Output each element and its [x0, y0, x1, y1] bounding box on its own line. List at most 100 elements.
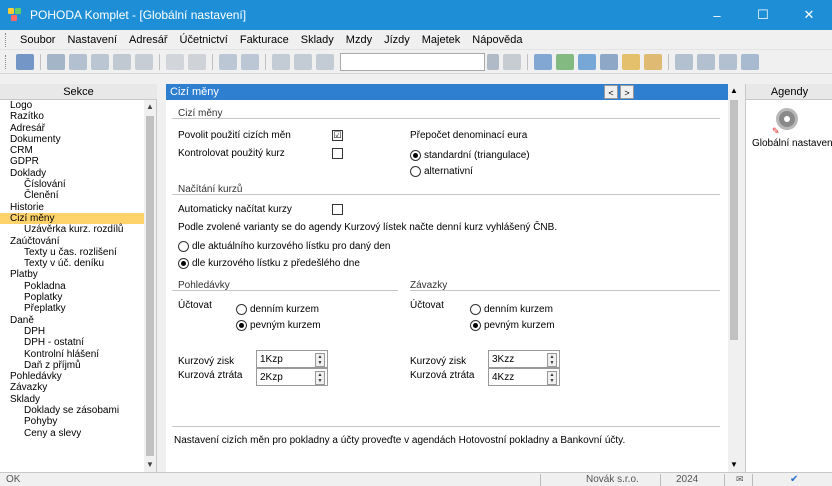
- delete-icon[interactable]: [294, 53, 312, 70]
- pohledavky-zisk-field[interactable]: 1Kzp ▲ ▼: [256, 350, 328, 368]
- help-icon[interactable]: [741, 53, 759, 70]
- global-settings-link[interactable]: Globální nastavení: [752, 138, 832, 149]
- sidebar-item[interactable]: CRM: [0, 145, 145, 156]
- menu-mzdy[interactable]: Mzdy: [340, 34, 378, 46]
- sidebar-item[interactable]: Logo: [0, 100, 145, 111]
- print-icon[interactable]: [69, 53, 87, 70]
- main-scrollbar[interactable]: ▲ ▼: [728, 84, 740, 472]
- allow-foreign-checkbox[interactable]: ☑: [332, 130, 343, 141]
- prev-day-rate-radio[interactable]: [178, 258, 189, 269]
- scroll-up-icon[interactable]: ▲: [144, 100, 156, 114]
- user-icon[interactable]: [622, 53, 640, 70]
- sidebar-item[interactable]: Členění: [0, 190, 145, 201]
- sidebar-item[interactable]: Daně: [0, 315, 145, 326]
- back-icon[interactable]: [219, 53, 237, 70]
- sidebar-item[interactable]: Závazky: [0, 382, 145, 393]
- sidebar-item[interactable]: Zaúčtování: [0, 236, 145, 247]
- report-icon[interactable]: [600, 53, 618, 70]
- find-icon[interactable]: [113, 53, 131, 70]
- sidebar-item[interactable]: Číslování: [0, 179, 145, 190]
- sidebar-item[interactable]: Doklady: [0, 168, 145, 179]
- status-check-icon[interactable]: ✔: [790, 473, 798, 486]
- menu-majetek[interactable]: Majetek: [416, 34, 467, 46]
- preview-icon[interactable]: [91, 53, 109, 70]
- pohledavky-ztrata-picker-icon[interactable]: ▲ ▼: [315, 371, 325, 385]
- sidebar-item[interactable]: GDPR: [0, 156, 145, 167]
- zavazky-fixed-radio[interactable]: [470, 320, 481, 331]
- toolbar-grip[interactable]: [5, 54, 8, 69]
- sidebar-item[interactable]: DPH - ostatní: [0, 337, 145, 348]
- close-button[interactable]: ✕: [786, 0, 832, 30]
- sidebar-item[interactable]: Kontrolní hlášení: [0, 349, 145, 360]
- pohledavky-ztrata-field[interactable]: 2Kzp ▲ ▼: [256, 368, 328, 386]
- prev-button[interactable]: <: [604, 85, 618, 99]
- sidebar-item[interactable]: Přeplatky: [0, 303, 145, 314]
- dropdown-icon[interactable]: [487, 53, 499, 70]
- pohledavky-fixed-radio[interactable]: [236, 320, 247, 331]
- sections-scrollbar[interactable]: ▲ ▼: [144, 100, 156, 472]
- alternative-radio[interactable]: [410, 166, 421, 177]
- sidebar-item[interactable]: Poplatky: [0, 292, 145, 303]
- layout-icon[interactable]: [697, 53, 715, 70]
- save-icon[interactable]: [272, 53, 290, 70]
- standard-radio[interactable]: [410, 150, 421, 161]
- menu-sklady[interactable]: Sklady: [295, 34, 340, 46]
- menu-jizdy[interactable]: Jízdy: [378, 34, 416, 46]
- menu-grip[interactable]: [5, 32, 8, 47]
- sidebar-item[interactable]: Dokumenty: [0, 134, 145, 145]
- menu-napoveda[interactable]: Nápověda: [466, 34, 528, 46]
- sidebar-item[interactable]: DPH: [0, 326, 145, 337]
- iban-icon[interactable]: [644, 53, 662, 70]
- sidebar-item[interactable]: Doklady se zásobami: [0, 405, 145, 416]
- check-rate-checkbox[interactable]: [332, 148, 343, 159]
- calculator-icon[interactable]: [578, 53, 596, 70]
- zavazky-zisk-field[interactable]: 3Kzz ▲ ▼: [488, 350, 560, 368]
- maximize-button[interactable]: ☐: [740, 0, 786, 30]
- sidebar-item[interactable]: Ceny a slevy: [0, 428, 145, 439]
- agenda-icon[interactable]: [16, 53, 34, 70]
- sidebar-item[interactable]: Adresář: [0, 123, 145, 134]
- next-button[interactable]: >: [620, 85, 634, 99]
- pohledavky-daily-radio[interactable]: [236, 304, 247, 315]
- filter-icon[interactable]: [135, 53, 153, 70]
- pohledavky-zisk-picker-icon[interactable]: ▲ ▼: [315, 353, 325, 367]
- status-mail-icon[interactable]: ✉: [736, 473, 744, 486]
- sidebar-item[interactable]: Pohledávky: [0, 371, 145, 382]
- zavazky-ztrata-picker-icon[interactable]: ▲ ▼: [547, 371, 557, 385]
- sidebar-item[interactable]: Cizí měny: [0, 212, 145, 225]
- zavazky-daily-radio[interactable]: [470, 304, 481, 315]
- search-combo[interactable]: [340, 52, 485, 71]
- zavazky-zisk-picker-icon[interactable]: ▲ ▼: [547, 353, 557, 367]
- scroll-thumb[interactable]: [146, 116, 154, 456]
- sidebar-item[interactable]: Razítko: [0, 111, 145, 122]
- document-icon[interactable]: [534, 53, 552, 70]
- sidebar-item[interactable]: Texty u čas. rozlišení: [0, 247, 145, 258]
- sidebar-item[interactable]: Pokladna: [0, 281, 145, 292]
- tile-icon[interactable]: [719, 53, 737, 70]
- sidebar-item[interactable]: Uzávěrka kurz. rozdílů: [0, 224, 145, 235]
- copy-icon[interactable]: [316, 53, 334, 70]
- forward-icon[interactable]: [241, 53, 259, 70]
- menu-soubor[interactable]: Soubor: [14, 34, 61, 46]
- auto-load-checkbox[interactable]: [332, 204, 343, 215]
- menu-adresar[interactable]: Adresář: [123, 34, 174, 46]
- new-record-icon[interactable]: [47, 53, 65, 70]
- sidebar-item[interactable]: Daň z příjmů: [0, 360, 145, 371]
- edit-icon[interactable]: [166, 53, 184, 70]
- sidebar-item[interactable]: Platby: [0, 269, 145, 280]
- scroll-up-icon[interactable]: ▲: [728, 84, 740, 98]
- scroll-down-icon[interactable]: ▼: [728, 458, 740, 472]
- menu-nastaveni[interactable]: Nastavení: [61, 34, 123, 46]
- sidebar-item[interactable]: Sklady: [0, 394, 145, 405]
- menu-ucetnictvi[interactable]: Účetnictví: [174, 34, 234, 46]
- menu-fakturace[interactable]: Fakturace: [234, 34, 295, 46]
- scroll-thumb[interactable]: [730, 100, 738, 340]
- filter-icon[interactable]: [503, 53, 521, 70]
- scroll-down-icon[interactable]: ▼: [144, 458, 156, 472]
- today-rate-radio[interactable]: [178, 241, 189, 252]
- sidebar-item[interactable]: Historie: [0, 202, 145, 213]
- zavazky-ztrata-field[interactable]: 4Kzz ▲ ▼: [488, 368, 560, 386]
- table-icon[interactable]: [556, 53, 574, 70]
- sidebar-item[interactable]: Texty v úč. deníku: [0, 258, 145, 269]
- window-icon[interactable]: [675, 53, 693, 70]
